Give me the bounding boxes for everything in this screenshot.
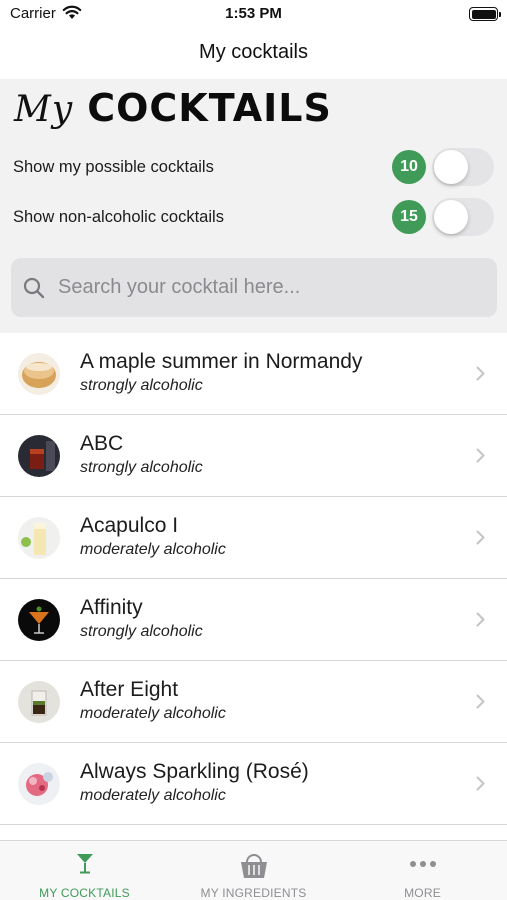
- chevron-right-icon: [476, 530, 485, 545]
- possible-cocktails-label: Show my possible cocktails: [13, 157, 214, 176]
- chevron-right-icon: [476, 694, 485, 709]
- tab-bar: MY COCKTAILS MY INGREDIENTS MORE: [0, 840, 507, 900]
- chevron-right-icon: [476, 366, 485, 381]
- chevron-right-icon: [476, 612, 485, 627]
- list-item[interactable]: After Eight moderately alcoholic: [0, 661, 507, 743]
- tab-label: MY COCKTAILS: [39, 886, 130, 900]
- tab-my-cocktails[interactable]: MY COCKTAILS: [0, 841, 169, 900]
- page-title: My cocktails: [199, 41, 308, 63]
- cocktail-name: Affinity: [80, 596, 143, 619]
- cocktail-strength: moderately alcoholic: [80, 541, 226, 558]
- tab-label: MY INGREDIENTS: [200, 886, 307, 900]
- cocktail-strength: strongly alcoholic: [80, 459, 203, 476]
- list-item[interactable]: A maple summer in Normandy strongly alco…: [0, 333, 507, 415]
- header-panel: My COCKTAILS Show my possible cocktails …: [0, 79, 507, 333]
- non-alcoholic-label: Show non-alcoholic cocktails: [13, 207, 224, 226]
- possible-cocktails-count-badge: 10: [392, 150, 426, 184]
- chevron-right-icon: [476, 776, 485, 791]
- chevron-right-icon: [476, 448, 485, 463]
- cocktail-name: A maple summer in Normandy: [80, 350, 363, 373]
- search-bar[interactable]: [11, 258, 497, 317]
- cocktail-name: Acapulco I: [80, 514, 179, 537]
- tab-my-ingredients[interactable]: MY INGREDIENTS: [169, 841, 338, 900]
- search-icon: [23, 277, 45, 298]
- search-input[interactable]: [58, 276, 478, 299]
- logo-my-text: My: [14, 89, 74, 130]
- amber-glass-icon: [18, 353, 60, 395]
- basket-icon: [240, 854, 267, 878]
- non-alcoholic-count-badge: 15: [392, 200, 426, 234]
- cocktail-strength: strongly alcoholic: [80, 377, 203, 394]
- cocktail-strength: strongly alcoholic: [80, 623, 203, 640]
- possible-cocktails-switch[interactable]: [432, 148, 494, 186]
- cocktail-strength: moderately alcoholic: [80, 705, 226, 722]
- possible-cocktails-row: Show my possible cocktails 10: [13, 147, 494, 187]
- navigation-bar: My cocktails: [0, 30, 507, 79]
- battery-icon: [469, 7, 501, 21]
- cocktail-name: After Eight: [80, 678, 179, 701]
- cocktail-name: ABC: [80, 432, 124, 455]
- cocktail-name: Always Sparkling (Rosé): [80, 760, 309, 783]
- cocktail-glass-icon: [76, 854, 93, 874]
- list-item[interactable]: Affinity strongly alcoholic: [0, 579, 507, 661]
- my-cocktails-logo: My COCKTAILS: [14, 86, 332, 136]
- switch-knob: [434, 200, 468, 234]
- cocktail-strength: moderately alcoholic: [80, 787, 226, 804]
- status-bar: Carrier 1:53 PM: [0, 0, 507, 30]
- non-alcoholic-switch[interactable]: [432, 198, 494, 236]
- list-item[interactable]: Always Sparkling (Rosé) moderately alcoh…: [0, 743, 507, 825]
- list-item[interactable]: Acapulco I moderately alcoholic: [0, 497, 507, 579]
- switch-knob: [434, 150, 468, 184]
- list-item[interactable]: ABC strongly alcoholic: [0, 415, 507, 497]
- non-alcoholic-row: Show non-alcoholic cocktails 15: [13, 197, 494, 237]
- dark-red-glass-icon: [18, 435, 60, 477]
- logo-cocktails-text: COCKTAILS: [87, 86, 332, 130]
- cocktail-list: A maple summer in Normandy strongly alco…: [0, 333, 507, 825]
- tab-label: MORE: [404, 886, 441, 900]
- rose-glass-icon: [18, 763, 60, 805]
- lime-glass-icon: [18, 517, 60, 559]
- more-dots-icon: [409, 861, 436, 867]
- tab-more[interactable]: MORE: [338, 841, 507, 900]
- shot-glass-icon: [18, 681, 60, 723]
- clock: 1:53 PM: [225, 5, 282, 22]
- martini-glass-icon: [18, 599, 60, 641]
